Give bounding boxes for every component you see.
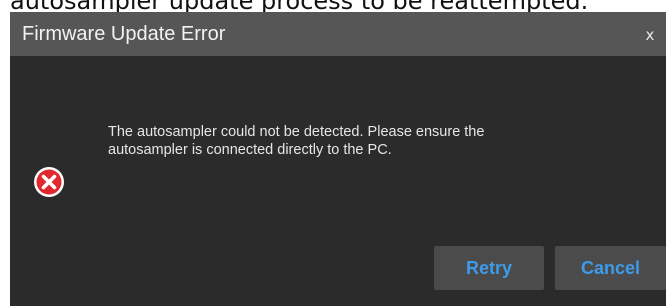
error-icon-graphic [34,167,64,197]
dialog-title: Firmware Update Error [22,23,226,45]
dialog-titlebar: Firmware Update Error x [10,12,666,56]
retry-button[interactable]: Retry [434,246,544,290]
page: autosampler update process to be reattem… [0,0,668,306]
error-message-line-1: The autosampler could not be detected. P… [108,124,485,140]
error-icon [33,166,65,198]
cancel-button[interactable]: Cancel [555,246,666,290]
error-message: The autosampler could not be detected. P… [108,123,628,159]
firmware-update-error-dialog: Firmware Update Error x The autosampler … [10,12,666,306]
error-message-line-2: autosampler is connected directly to the… [108,142,392,158]
close-button[interactable]: x [642,24,658,46]
